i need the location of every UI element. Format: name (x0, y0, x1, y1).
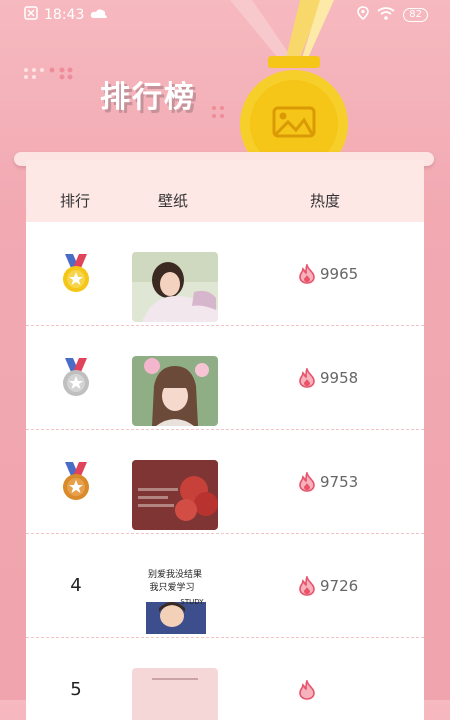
heat-value: 9965 (320, 264, 359, 283)
ribbon-decoration (230, 0, 334, 58)
notification-icon (24, 6, 38, 24)
wallpaper-thumbnail[interactable] (132, 252, 218, 322)
flame-icon (299, 471, 315, 492)
list-item[interactable]: 5 (26, 638, 424, 720)
location-icon (357, 6, 370, 24)
flame-icon (299, 679, 315, 700)
cloud-icon (90, 7, 108, 23)
bronze-medal-icon (63, 461, 89, 500)
list-item[interactable]: 9965 (26, 222, 424, 326)
heat-value: 9958 (320, 368, 359, 387)
column-header-wallpaper: 壁纸 (158, 192, 189, 210)
table-header: 排行 壁纸 热度 (26, 160, 424, 222)
rank-number: 4 (70, 575, 82, 596)
flame-icon (299, 575, 315, 596)
wallpaper-thumbnail[interactable] (132, 356, 218, 426)
flame-icon (299, 263, 315, 284)
status-time: 18:43 (44, 7, 85, 23)
wallpaper-thumbnail[interactable] (132, 460, 218, 530)
thumbnail-text: 我只爱学习 (149, 581, 194, 593)
rank-number: 5 (70, 679, 82, 700)
dots-decoration (24, 67, 73, 80)
page-title: 排行榜 (100, 80, 196, 115)
battery-indicator: 82 (403, 8, 428, 22)
list-item[interactable]: 9753 (26, 430, 424, 534)
wallpaper-thumbnail[interactable]: 别爱我没结果 我只爱学习 STUDY (132, 564, 218, 634)
list-item[interactable]: 9958 (26, 326, 424, 430)
thumbnail-text: STUDY (180, 598, 204, 606)
silver-medal-icon (63, 357, 89, 396)
flame-icon (299, 367, 315, 388)
heat-value: 9726 (320, 576, 359, 595)
list-item[interactable]: 4 别爱我没结果 我只爱学习 STUDY 9726 (26, 534, 424, 638)
wifi-icon (377, 6, 395, 24)
status-bar: 18:43 82 (0, 0, 450, 30)
ranking-board: 排行 壁纸 热度 9965 9958 9753 4 别爱我没结果 我只爱学习 S… (26, 160, 424, 720)
thumbnail-text: 别爱我没结果 (148, 568, 202, 580)
wallpaper-thumbnail[interactable] (132, 668, 218, 720)
heat-value: 9753 (320, 472, 359, 491)
ranking-list: 9965 9958 9753 4 别爱我没结果 我只爱学习 STUDY 9726… (26, 222, 424, 720)
column-header-heat: 热度 (310, 192, 341, 210)
gold-medal-icon (63, 253, 89, 292)
dots-decoration (212, 106, 224, 118)
column-header-rank: 排行 (60, 192, 91, 210)
